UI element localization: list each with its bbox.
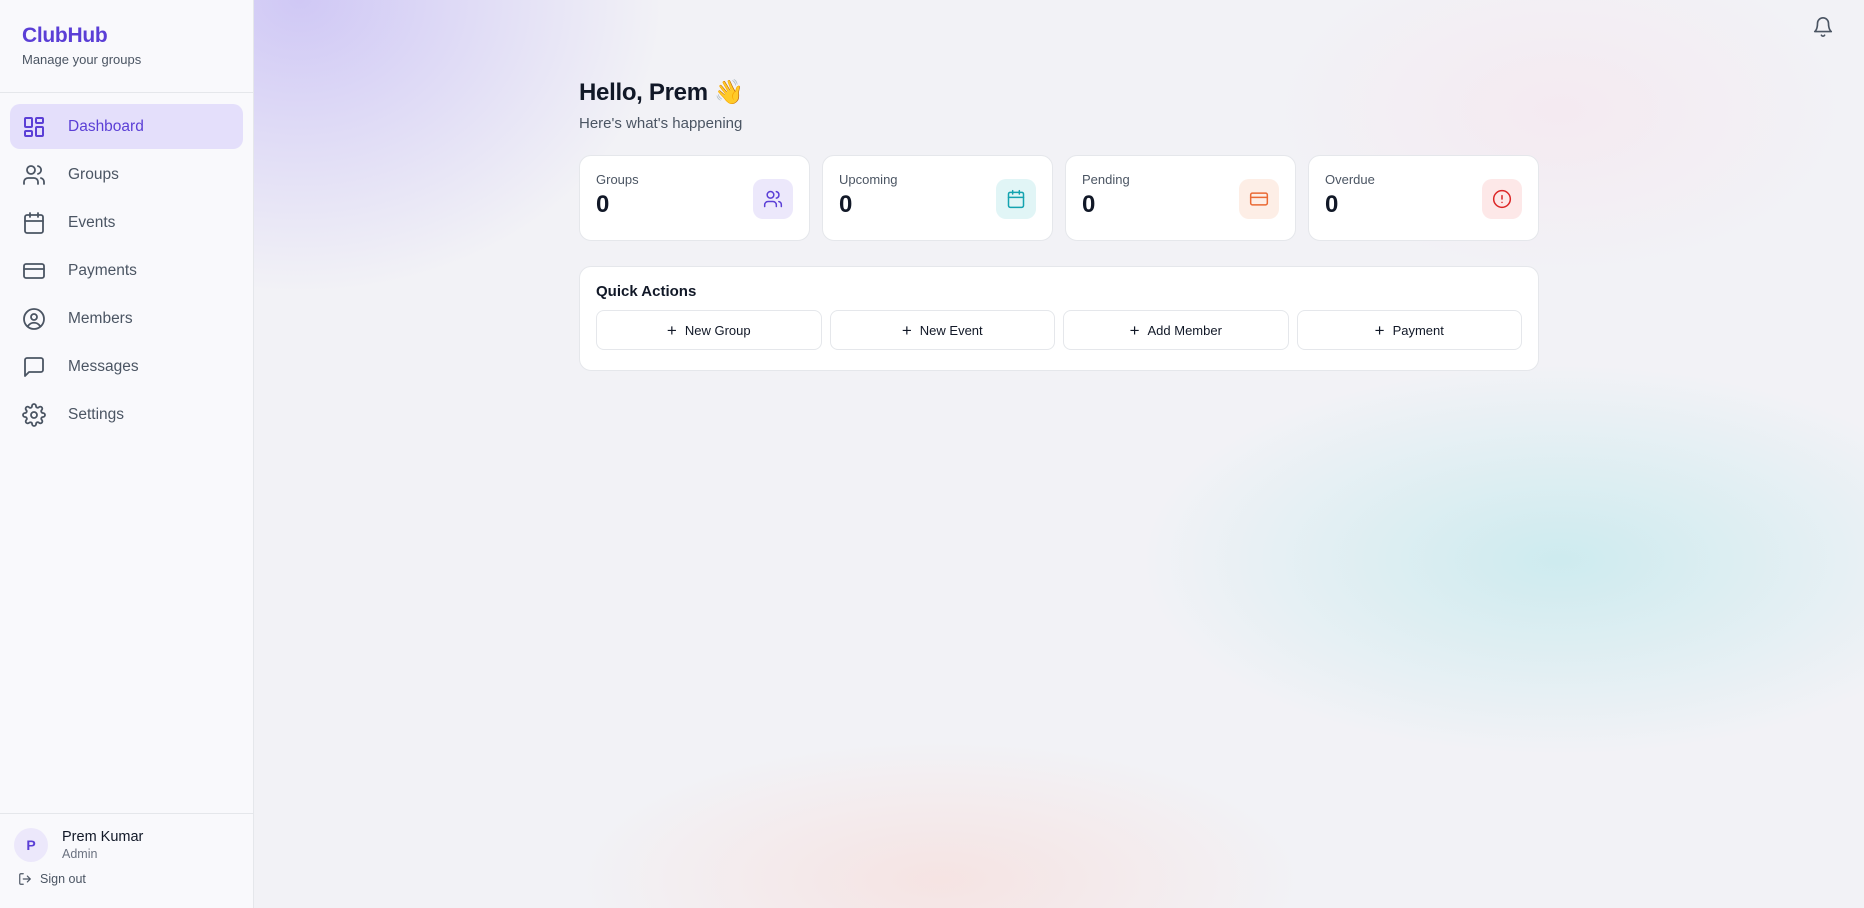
payment-button[interactable]: + Payment (1296, 310, 1522, 350)
stats-row: Groups 0 Upcoming 0 Pending 0 Overdue 0 (579, 155, 1539, 241)
quick-actions-panel: Quick Actions + New Group + New Event + … (579, 266, 1539, 371)
credit-card-icon (1239, 179, 1279, 219)
new-event-button[interactable]: + New Event (829, 310, 1055, 350)
avatar: P (14, 828, 48, 862)
user-info: P Prem Kumar Admin (14, 828, 239, 862)
quick-actions-title: Quick Actions (596, 283, 697, 300)
message-square-icon (22, 355, 46, 379)
main-content: Hello, Prem 👋 Here's what's happening Gr… (579, 78, 1539, 371)
sidebar-item-settings[interactable]: Settings (10, 392, 243, 437)
credit-card-icon (22, 259, 46, 283)
sidebar-item-events[interactable]: Events (10, 200, 243, 245)
new-group-button[interactable]: + New Group (596, 310, 822, 350)
log-out-icon (19, 873, 31, 885)
button-label: New Event (919, 322, 983, 338)
sidebar-item-label: Groups (68, 165, 119, 183)
calendar-icon (996, 179, 1036, 219)
sidebar-item-dashboard[interactable]: Dashboard (10, 104, 243, 149)
plus-icon: + (666, 320, 677, 340)
gear-icon (22, 402, 46, 427)
users-icon (22, 163, 46, 187)
button-label: Add Member (1147, 322, 1222, 338)
sidebar-item-label: Payments (68, 261, 137, 279)
sidebar: ClubHub Manage your groups Dashboard Gro… (0, 0, 254, 908)
app-subtitle: Manage your groups (22, 52, 142, 67)
bell-icon (1813, 17, 1833, 37)
sign-out-button[interactable]: Sign out (18, 872, 239, 886)
app-title: ClubHub (22, 24, 108, 47)
user-circle-icon (22, 307, 46, 331)
sidebar-item-members[interactable]: Members (10, 296, 243, 341)
users-icon (753, 179, 793, 219)
stat-card-overdue[interactable]: Overdue 0 (1308, 155, 1539, 241)
add-member-button[interactable]: + Add Member (1063, 310, 1289, 350)
calendar-icon (22, 211, 46, 235)
button-label: Payment (1392, 322, 1444, 338)
dashboard-icon (22, 115, 46, 139)
stat-card-pending[interactable]: Pending 0 (1065, 155, 1296, 241)
stat-card-upcoming[interactable]: Upcoming 0 (822, 155, 1053, 241)
user-role: Admin (62, 847, 98, 861)
plus-icon: + (1129, 320, 1140, 340)
stat-card-groups[interactable]: Groups 0 (579, 155, 810, 241)
sidebar-item-label: Events (68, 213, 116, 231)
plus-icon: + (1374, 320, 1385, 340)
sidebar-item-payments[interactable]: Payments (10, 248, 243, 293)
sidebar-item-messages[interactable]: Messages (10, 344, 243, 389)
sidebar-item-label: Dashboard (68, 117, 144, 135)
page-title: Hello, Prem 👋 (579, 79, 744, 106)
button-label: New Group (684, 322, 751, 338)
sidebar-item-groups[interactable]: Groups (10, 152, 243, 197)
quick-actions-row: + New Group + New Event + Add Member + P… (596, 310, 1522, 350)
sign-out-label: Sign out (40, 872, 86, 886)
plus-icon: + (901, 320, 912, 340)
user-panel: P Prem Kumar Admin Sign out (0, 813, 253, 908)
sidebar-item-label: Members (68, 309, 133, 327)
user-name: Prem Kumar (62, 829, 144, 845)
sidebar-item-label: Messages (68, 357, 139, 375)
notifications-button[interactable] (1812, 16, 1834, 38)
sidebar-item-label: Settings (68, 405, 125, 423)
page-subtitle: Here's what's happening (579, 115, 743, 132)
alert-circle-icon (1482, 179, 1522, 219)
sidebar-nav: Dashboard Groups Events Payments Members (0, 93, 253, 451)
brand: ClubHub Manage your groups (0, 0, 253, 93)
